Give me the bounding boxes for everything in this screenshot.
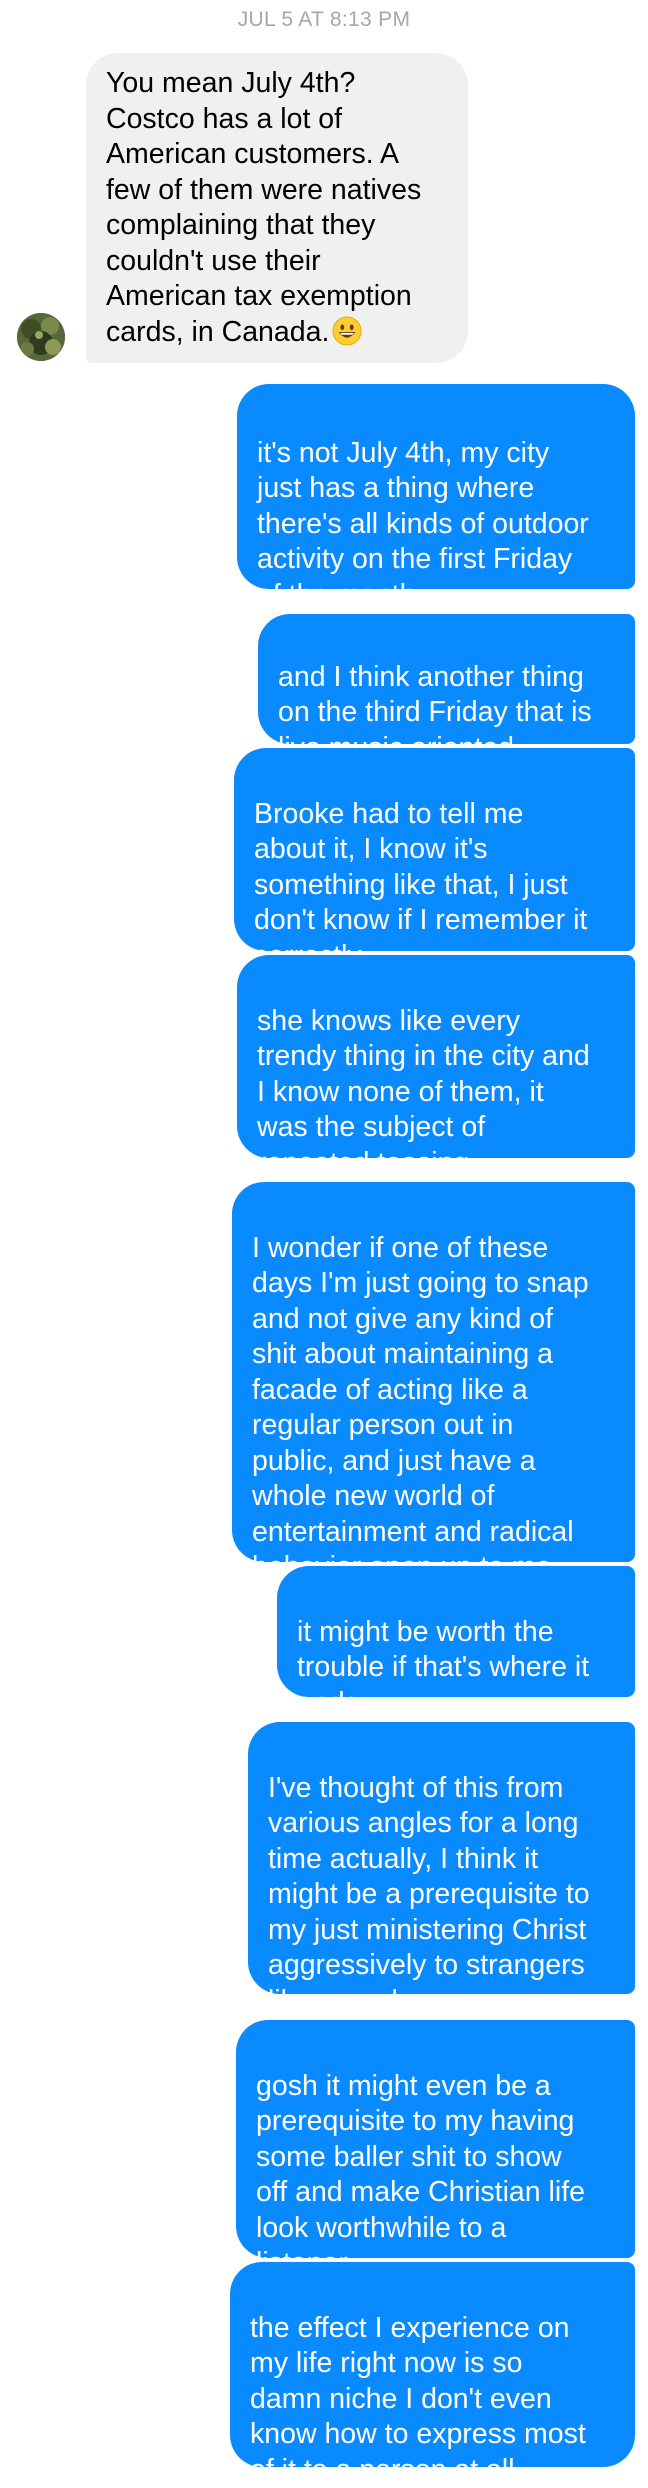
message-text: the effect I experience on my life right… (250, 2311, 586, 2486)
message-text: it might be worth the trouble if that's … (297, 1615, 590, 1719)
outgoing-message-bubble[interactable]: it might be worth the trouble if that's … (277, 1566, 635, 1719)
message-text: I wonder if one of these days I'm just g… (252, 1231, 589, 1584)
outgoing-message-bubble[interactable]: I've thought of this from various angles… (248, 1722, 635, 2017)
grinning-face-emoji-icon (332, 315, 362, 346)
outgoing-message-bubble[interactable]: and I think another thing on the third F… (258, 614, 635, 764)
message-text: Brooke had to tell me about it, I know i… (254, 797, 588, 972)
message-text: she knows like every trendy thing in the… (257, 1004, 590, 1179)
outgoing-message-bubble[interactable]: she knows like every trendy thing in the… (237, 955, 635, 1179)
message-text: You mean July 4th? Costco has a lot of A… (106, 67, 422, 348)
avatar-photo-icon (17, 313, 65, 361)
incoming-message-bubble[interactable]: You mean July 4th? Costco has a lot of A… (86, 53, 468, 363)
message-text: gosh it might even be a prerequisite to … (256, 2069, 585, 2280)
message-timestamp: JUL 5 AT 8:13 PM (237, 8, 411, 31)
contact-avatar[interactable] (17, 313, 65, 361)
message-text: it's not July 4th, my city just has a th… (257, 436, 589, 611)
outgoing-message-bubble[interactable]: I wonder if one of these days I'm just g… (232, 1182, 635, 1583)
outgoing-message-bubble[interactable]: Brooke had to tell me about it, I know i… (234, 748, 635, 972)
message-text: I've thought of this from various angles… (268, 1771, 590, 2017)
outgoing-message-bubble[interactable]: the effect I experience on my life right… (230, 2262, 635, 2486)
outgoing-message-bubble[interactable]: gosh it might even be a prerequisite to … (236, 2020, 635, 2279)
outgoing-message-bubble[interactable]: it's not July 4th, my city just has a th… (237, 384, 635, 611)
